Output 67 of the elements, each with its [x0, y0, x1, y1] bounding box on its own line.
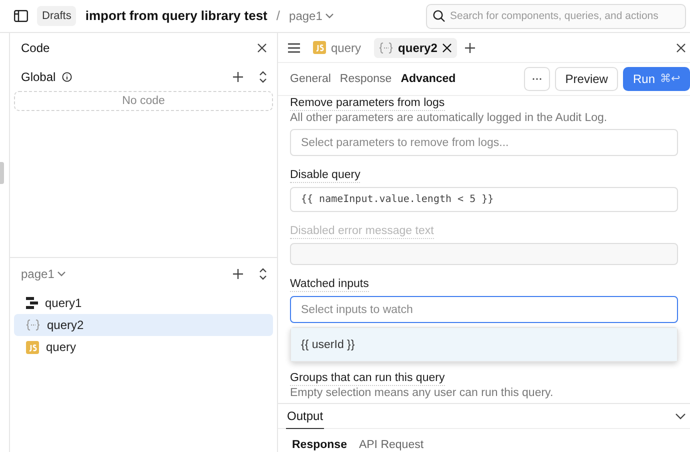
- sort-button[interactable]: [259, 268, 267, 280]
- sub-tab[interactable]: General: [290, 72, 331, 86]
- query-item[interactable]: query1: [14, 292, 273, 314]
- close-icon: [257, 43, 267, 53]
- field-description: Empty selection means any user can run this query.: [290, 386, 554, 400]
- close-icon[interactable]: [442, 42, 452, 52]
- run-button[interactable]: Run ⌘↩: [622, 67, 690, 91]
- braces-icon: [379, 42, 394, 54]
- sort-button[interactable]: [259, 71, 267, 83]
- query-item[interactable]: query2: [14, 314, 273, 336]
- sidebar-icon[interactable]: [14, 10, 28, 22]
- collapse-button[interactable]: [675, 412, 686, 420]
- output-tab[interactable]: Response: [292, 438, 347, 452]
- sub-tab[interactable]: Response: [340, 72, 392, 86]
- close-button[interactable]: [676, 42, 686, 52]
- add-button[interactable]: [233, 72, 243, 82]
- field-label: Disable query: [290, 168, 360, 183]
- breadcrumb-separator: /: [276, 9, 280, 23]
- query-item[interactable]: query: [14, 336, 273, 358]
- braces-icon: [26, 319, 40, 331]
- query-tab[interactable]: query2: [374, 38, 458, 58]
- field-label: Groups that can run this query: [290, 371, 445, 386]
- menu-icon[interactable]: [288, 42, 300, 52]
- js-icon: [26, 340, 39, 354]
- search-icon: [433, 10, 445, 22]
- section-title: Global: [21, 70, 56, 84]
- query-name: query1: [45, 296, 82, 310]
- preview-button[interactable]: Preview: [555, 67, 618, 91]
- sub-tab[interactable]: Advanced: [400, 72, 456, 86]
- breadcrumb-badge[interactable]: Drafts: [37, 6, 76, 26]
- search-field[interactable]: Search for components, queries, and actions: [426, 4, 686, 28]
- plus-icon: [233, 72, 243, 82]
- query-name: query: [46, 340, 76, 354]
- plus-icon: [465, 42, 476, 52]
- chevron-down-icon: [675, 412, 686, 420]
- select-field[interactable]: Select inputs to watch: [290, 296, 678, 323]
- tab-label: query2: [398, 40, 438, 54]
- sort-icon: [259, 71, 267, 83]
- add-tab-button[interactable]: [465, 42, 476, 52]
- page-selector[interactable]: page1: [289, 9, 334, 23]
- chevron-down-icon: [57, 271, 66, 277]
- panel-title: Code: [21, 41, 50, 55]
- sort-icon: [259, 268, 267, 280]
- field-description: All other parameters are automatically logged in the Audit Log.: [290, 111, 608, 125]
- empty-state: No code: [14, 91, 273, 111]
- more-icon: [532, 77, 542, 81]
- page-selector[interactable]: page1: [21, 267, 66, 281]
- output-title: Output: [286, 404, 324, 428]
- workflow-icon: [26, 297, 38, 309]
- plus-icon: [233, 269, 243, 279]
- field-label: Watched inputs: [290, 277, 369, 292]
- add-button[interactable]: [233, 269, 243, 279]
- app-title: import from query library test: [85, 9, 268, 23]
- query-name: query2: [47, 318, 84, 332]
- code-field[interactable]: {{ nameInput.value.length < 5 }}: [290, 187, 678, 212]
- js-icon: [313, 41, 326, 54]
- tab-label: query: [331, 40, 362, 54]
- field-label: Remove parameters from logs: [290, 96, 445, 111]
- close-button[interactable]: [257, 43, 267, 53]
- dropdown-option[interactable]: {{ userId }}: [291, 328, 677, 361]
- info-icon: [62, 72, 72, 82]
- close-icon: [676, 42, 686, 52]
- chevron-down-icon: [325, 13, 334, 19]
- query-tab[interactable]: query: [308, 38, 366, 58]
- output-tab[interactable]: API Request: [358, 438, 424, 452]
- field-label: Disabled error message text: [290, 224, 434, 239]
- resize-handle[interactable]: [0, 162, 4, 184]
